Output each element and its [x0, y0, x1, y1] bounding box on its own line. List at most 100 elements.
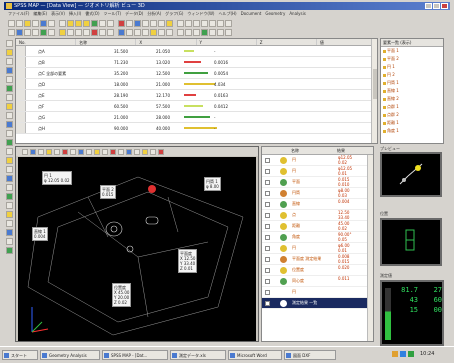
menu-item[interactable]: 書式(O)	[85, 10, 99, 18]
toolbar-button[interactable]	[75, 29, 82, 36]
menu-item[interactable]: 編集(E)	[33, 10, 47, 18]
list-item[interactable]: 角度 90.00° 0.05	[262, 232, 373, 243]
toolbar-button[interactable]	[158, 29, 165, 36]
left-tool-button[interactable]	[5, 112, 13, 119]
menu-item[interactable]: ヘルプ(H)	[218, 10, 236, 18]
left-tool-button[interactable]	[5, 139, 13, 146]
item-checkbox[interactable]	[265, 268, 270, 273]
tray-icon[interactable]	[400, 351, 406, 357]
toolbar-button[interactable]	[107, 29, 114, 36]
list-column-header[interactable]: 結果	[334, 147, 345, 154]
dimension-callout[interactable]: 円 1φ 12.05 0.02	[42, 171, 72, 185]
taskbar-button[interactable]: 図面 DXF	[284, 350, 336, 360]
toolbar-button[interactable]	[59, 29, 66, 36]
taskbar-button[interactable]: Microsoft Word	[228, 350, 282, 360]
toolbar-button[interactable]	[118, 20, 125, 27]
tree-node[interactable]: 点群 2	[381, 111, 443, 119]
column-header[interactable]: 名称	[76, 39, 137, 45]
view-tool-button[interactable]	[30, 148, 36, 155]
tray-icon[interactable]	[392, 351, 398, 357]
menu-item[interactable]: Document	[241, 10, 262, 18]
left-tool-button[interactable]	[5, 40, 13, 47]
toolbar-button[interactable]	[209, 29, 216, 36]
toolbar-button[interactable]	[8, 29, 15, 36]
toolbar-button[interactable]	[217, 20, 224, 27]
row-header[interactable]	[16, 90, 26, 100]
menu-item[interactable]: ファイル(F)	[8, 10, 29, 18]
list-item[interactable]: 直線 0.004	[262, 199, 373, 210]
toolbar-button[interactable]	[142, 29, 149, 36]
tree-node[interactable]: 角度 1	[381, 127, 443, 135]
table-row[interactable]: 点H 90.000 40.000 -	[16, 123, 377, 134]
list-column-header[interactable]	[262, 147, 288, 154]
row-header[interactable]	[16, 46, 26, 56]
table-scrollbar[interactable]	[371, 39, 377, 143]
view-tool-button[interactable]	[22, 148, 28, 155]
dimension-callout[interactable]: 円筒 1φ 8.00	[204, 177, 221, 191]
3d-viewport[interactable]: 円 1φ 12.05 0.02 平面 2 0.015 円筒 1φ 8.00 直線 1 0.…	[18, 157, 256, 341]
view-tool-button[interactable]	[150, 148, 156, 155]
item-checkbox[interactable]	[265, 235, 270, 240]
tree-node[interactable]: 円 1	[381, 63, 443, 71]
toolbar-button[interactable]	[201, 20, 208, 27]
list-item[interactable]: 点 12.50 33.40	[262, 210, 373, 221]
toolbar-button[interactable]	[24, 20, 31, 27]
column-header[interactable]: 値	[317, 39, 378, 45]
toolbar-button[interactable]	[142, 20, 149, 27]
toolbar-button[interactable]	[185, 20, 192, 27]
toolbar-button[interactable]	[99, 29, 106, 36]
left-tool-button[interactable]	[5, 184, 13, 191]
toolbar-button[interactable]	[67, 29, 74, 36]
toolbar-button[interactable]	[225, 20, 232, 27]
toolbar-button[interactable]	[150, 20, 157, 27]
view-tool-button[interactable]	[86, 148, 92, 155]
left-tool-button[interactable]	[5, 229, 13, 236]
table-row[interactable]: 点F 60.500 57.500 0.0412	[16, 101, 377, 112]
toolbar-button[interactable]	[99, 20, 106, 27]
toolbar-button[interactable]	[16, 20, 23, 27]
dimension-callout[interactable]: 直線 1 0.004	[32, 227, 48, 241]
taskbar-button[interactable]: Geometry Analysis	[40, 350, 100, 360]
close-button[interactable]	[441, 3, 448, 9]
toolbar-button[interactable]	[193, 20, 200, 27]
left-tool-button[interactable]	[5, 193, 13, 200]
menu-item[interactable]: 分析(A)	[147, 10, 161, 18]
column-header[interactable]: X	[136, 39, 197, 45]
scroll-thumb[interactable]	[373, 69, 377, 99]
item-checkbox[interactable]	[265, 180, 270, 185]
toolbar-button[interactable]	[67, 20, 74, 27]
menu-item[interactable]: 挿入(I)	[69, 10, 81, 18]
tree-node[interactable]: 点群 1	[381, 103, 443, 111]
view-tool-button[interactable]	[118, 148, 124, 155]
toolbar-button[interactable]	[83, 29, 90, 36]
table-row[interactable]: 点G 21.000 28.000 -	[16, 112, 377, 123]
table-row[interactable]: 点B 71.230 13.020 0.0016	[16, 57, 377, 68]
tree-node[interactable]: 円筒 1	[381, 79, 443, 87]
view-tool-button[interactable]	[62, 148, 68, 155]
left-tool-button[interactable]	[5, 202, 13, 209]
toolbar-button[interactable]	[126, 20, 133, 27]
tree-node[interactable]: 距離 1	[381, 119, 443, 127]
toolbar-button[interactable]	[217, 29, 224, 36]
toolbar-button[interactable]	[126, 29, 133, 36]
item-checkbox[interactable]	[265, 301, 270, 306]
left-tool-button[interactable]	[5, 76, 13, 83]
toolbar-button[interactable]	[158, 20, 165, 27]
toolbar-button[interactable]	[83, 20, 90, 27]
left-tool-button[interactable]	[5, 58, 13, 65]
position-window[interactable]	[380, 218, 442, 266]
minimize-button[interactable]	[425, 3, 432, 9]
list-item[interactable]: 同心度 0.011	[262, 276, 373, 287]
list-item[interactable]: 円筒 φ8.00 0.03	[262, 188, 373, 199]
menu-item[interactable]: ウィンドウ(W)	[187, 10, 214, 18]
toolbar-button[interactable]	[48, 20, 55, 27]
table-row[interactable]: 点E 28.190 12.170 0.0163	[16, 90, 377, 101]
toolbar-button[interactable]	[91, 29, 98, 36]
left-tool-button[interactable]	[5, 211, 13, 218]
menu-item[interactable]: ツール(T)	[104, 10, 122, 18]
tree-node[interactable]: 円 2	[381, 71, 443, 79]
left-tool-button[interactable]	[5, 67, 13, 74]
left-tool-button[interactable]	[5, 238, 13, 245]
tree-node[interactable]: 直線 2	[381, 95, 443, 103]
toolbar-button[interactable]	[209, 20, 216, 27]
